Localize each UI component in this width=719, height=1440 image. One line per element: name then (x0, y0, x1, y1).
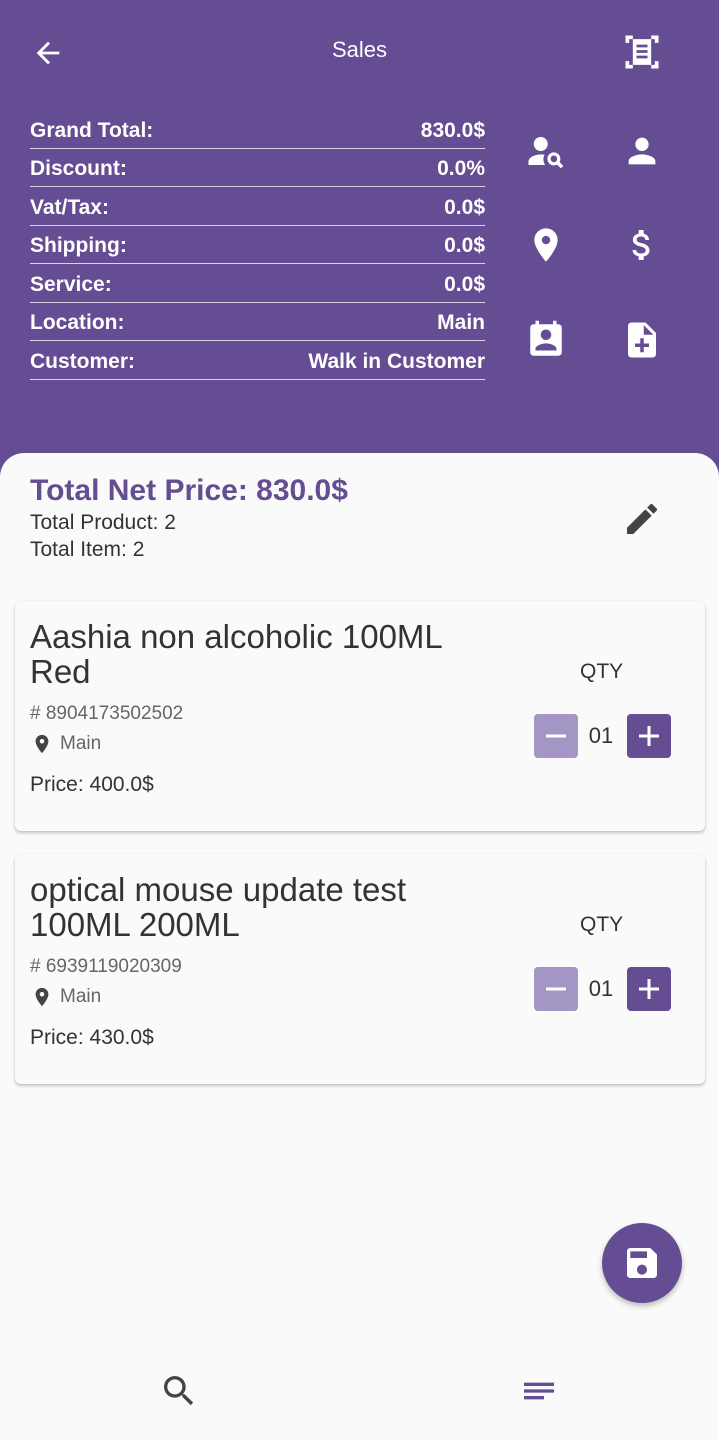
product-location: Main (30, 985, 101, 1009)
product-name: optical mouse update test 100ML 200ML (30, 871, 407, 943)
summary-value: Main (437, 311, 485, 334)
product-name: Aashia non alcoholic 100ML Red (30, 618, 442, 690)
order-summary: Grand Total: 830.0$ Discount: 0.0% Vat/Tax… (30, 110, 485, 380)
search-icon (164, 1376, 194, 1406)
product-location-label: Main (60, 733, 102, 754)
summary-value: Walk in Customer (308, 349, 485, 373)
location-button[interactable] (522, 221, 570, 269)
note-add-icon (628, 322, 656, 358)
product-sku: # 6939119020309 (30, 956, 182, 977)
nav-search-button[interactable] (154, 1366, 204, 1416)
summary-label: Customer: (30, 349, 136, 373)
minus-icon (546, 734, 566, 738)
decrease-qty-button[interactable] (534, 967, 578, 1011)
qty-label: QTY (580, 660, 624, 683)
payment-button[interactable] (618, 221, 666, 269)
edit-button[interactable] (620, 497, 664, 541)
person-icon (628, 137, 656, 165)
summary-value: 830.0$ (420, 118, 485, 142)
header-panel: Sales Grand Total: 830.0$ Discount: 0.0% V… (0, 0, 719, 480)
dollar-icon (632, 230, 650, 260)
contact-button[interactable] (522, 316, 570, 364)
summary-row-shipping: Shipping: 0.0$ (30, 226, 485, 264)
product-sku: # 8904173502502 (30, 703, 184, 724)
increase-qty-button[interactable] (627, 967, 671, 1011)
summary-row-customer: Customer: Walk in Customer (30, 341, 485, 380)
summary-value: 0.0$ (444, 272, 485, 296)
summary-value: 0.0$ (444, 195, 485, 219)
location-pin-icon (30, 985, 54, 1009)
summary-label: Discount: (30, 157, 127, 180)
qty-label: QTY (580, 913, 624, 936)
person-search-icon (528, 137, 564, 169)
summary-row-grand-total: Grand Total: 830.0$ (30, 110, 485, 149)
save-icon (627, 1248, 657, 1278)
product-card[interactable]: optical mouse update test 100ML 200ML # … (15, 854, 705, 1084)
save-fab-button[interactable] (602, 1223, 682, 1303)
document-scanner-icon (625, 35, 659, 69)
summary-label: Grand Total: (30, 118, 154, 142)
plus-icon (639, 726, 659, 746)
pencil-icon (627, 503, 658, 534)
summary-value: 0.0% (437, 157, 485, 180)
increase-qty-button[interactable] (627, 714, 671, 758)
add-note-button[interactable] (618, 316, 666, 364)
qty-value[interactable]: 01 (581, 976, 621, 1002)
location-pin-icon (534, 228, 558, 262)
search-customer-button[interactable] (522, 127, 570, 175)
summary-value: 0.0$ (444, 234, 485, 257)
page-title: Sales (331, 37, 388, 62)
summary-label: Location: (30, 311, 125, 334)
product-location: Main (30, 732, 101, 756)
customer-button[interactable] (618, 127, 666, 175)
summary-row-discount: Discount: 0.0% (30, 149, 485, 187)
nav-menu-button[interactable] (514, 1366, 564, 1416)
product-price: Price: 430.0$ (30, 1026, 154, 1049)
location-pin-icon (30, 732, 54, 756)
summary-row-vat: Vat/Tax: 0.0$ (30, 187, 485, 226)
total-net-price: Total Net Price: 830.0$ (30, 474, 348, 507)
menu-lines-icon (524, 1382, 554, 1400)
decrease-qty-button[interactable] (534, 714, 578, 758)
scan-button[interactable] (618, 28, 666, 76)
contact-calendar-icon (530, 320, 562, 356)
plus-icon (639, 979, 659, 999)
summary-label: Shipping: (30, 234, 127, 257)
minus-icon (546, 987, 566, 991)
total-product: Total Product: 2 (30, 511, 176, 534)
summary-row-service: Service: 0.0$ (30, 264, 485, 303)
product-location-label: Main (60, 986, 102, 1007)
qty-value[interactable]: 01 (581, 723, 621, 749)
product-card[interactable]: Aashia non alcoholic 100ML Red # 8904173… (15, 601, 705, 831)
summary-label: Vat/Tax: (30, 195, 109, 219)
total-item: Total Item: 2 (30, 538, 145, 561)
product-price: Price: 400.0$ (30, 773, 154, 796)
summary-label: Service: (30, 272, 112, 296)
summary-row-location: Location: Main (30, 303, 485, 341)
